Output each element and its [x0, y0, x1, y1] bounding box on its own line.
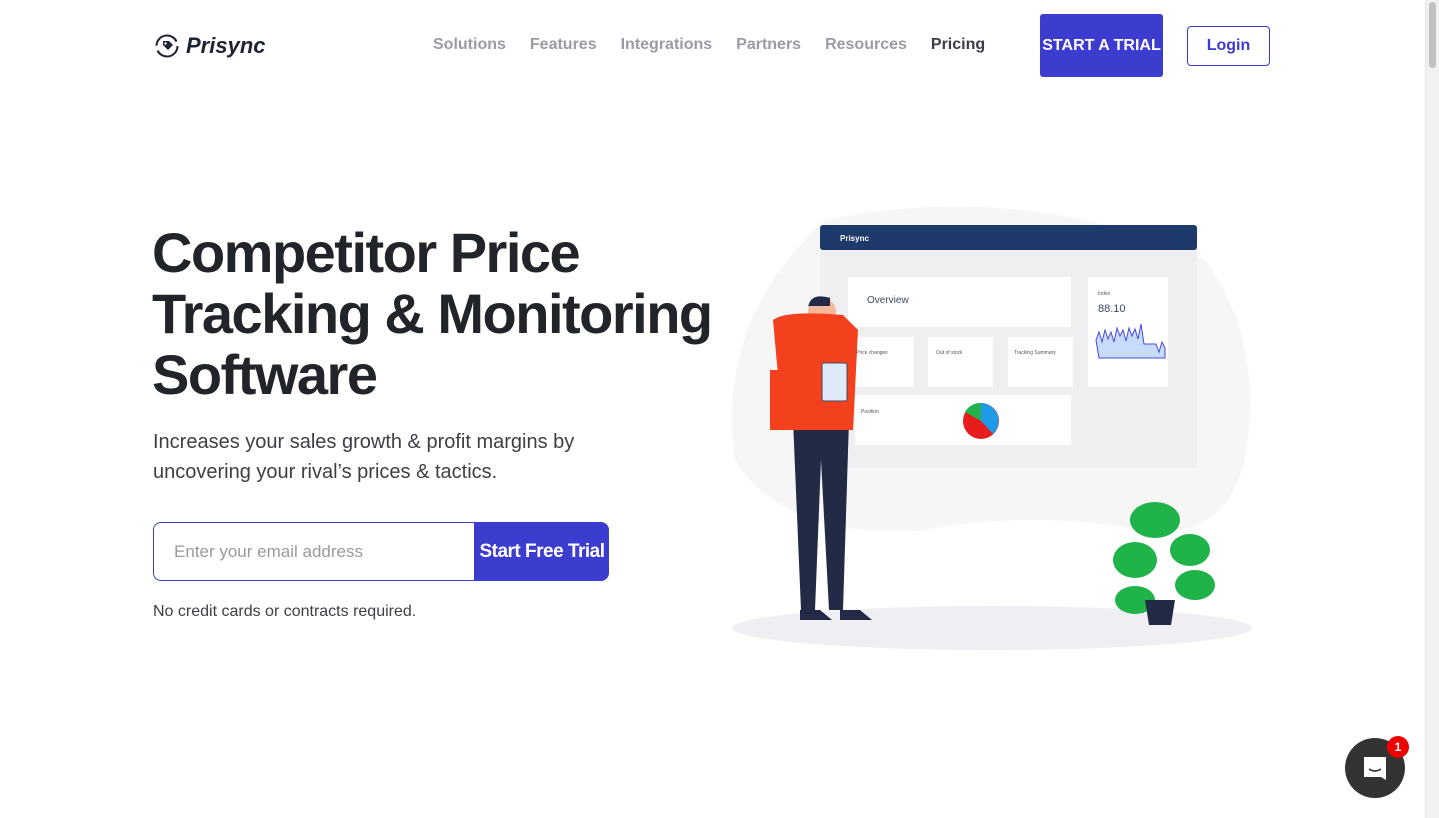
- mockup-index-value: 88.10: [1098, 303, 1126, 315]
- start-free-trial-button[interactable]: Start Free Trial: [475, 522, 609, 581]
- nav-resources[interactable]: Resources: [825, 36, 907, 54]
- email-input[interactable]: [153, 522, 475, 581]
- nav-partners[interactable]: Partners: [736, 36, 801, 54]
- chat-notification-badge: 1: [1387, 736, 1409, 758]
- brand-logo[interactable]: Prisync: [154, 33, 266, 59]
- login-button[interactable]: Login: [1187, 26, 1270, 66]
- nav-pricing[interactable]: Pricing: [931, 36, 985, 54]
- svg-text:Price changes: Price changes: [856, 350, 888, 356]
- hero-subtitle: Increases your sales growth & profit mar…: [153, 431, 575, 483]
- svg-text:Position: Position: [861, 409, 879, 415]
- main-nav: Solutions Features Integrations Partners…: [433, 36, 985, 54]
- hero-illustration: Prisync Overview Index 88.10 Price chang…: [731, 206, 1252, 650]
- mockup-brand: Prisync: [840, 234, 869, 243]
- signup-form: Start Free Trial: [153, 522, 609, 581]
- price-tag-icon: [155, 34, 179, 58]
- svg-text:Out of stock: Out of stock: [936, 350, 963, 356]
- chat-icon: [1364, 757, 1386, 780]
- nav-solutions[interactable]: Solutions: [433, 36, 506, 54]
- page-title: Competitor Price Tracking & Monitoring S…: [152, 221, 713, 406]
- svg-text:Tracking Summary: Tracking Summary: [1014, 350, 1056, 356]
- start-trial-button[interactable]: START A TRIAL: [1040, 14, 1163, 77]
- nav-features[interactable]: Features: [530, 36, 597, 54]
- nav-integrations[interactable]: Integrations: [621, 36, 713, 54]
- mockup-overview: Overview: [867, 295, 909, 306]
- brand-name: Prisync: [186, 33, 266, 58]
- mockup-index-label: Index: [1098, 291, 1111, 297]
- no-credit-card-note: No credit cards or contracts required.: [153, 603, 417, 620]
- scrollbar-thumb[interactable]: [1429, 2, 1436, 68]
- scrollbar[interactable]: [1425, 0, 1439, 818]
